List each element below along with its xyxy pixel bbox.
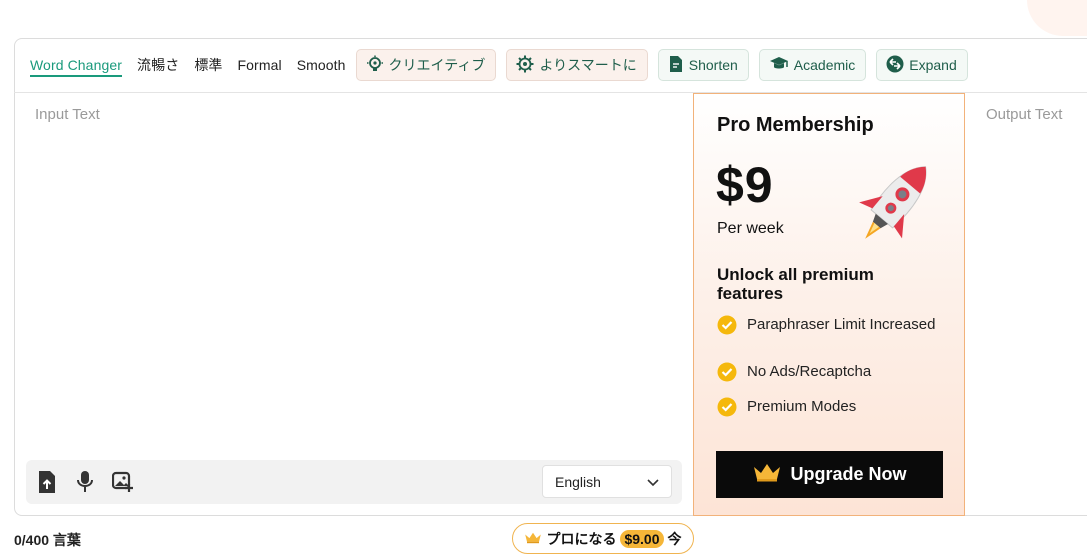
crown-icon [524,531,542,547]
mode-smarter-button[interactable]: よりスマートに [506,49,648,81]
graduation-cap-icon [769,55,789,76]
mode-fluency[interactable]: 流暢さ [137,55,179,75]
mode-standard[interactable]: 標準 [194,55,222,75]
corner-decoration [1027,0,1087,36]
lightbulb-icon [366,55,384,76]
mode-academic-button[interactable]: Academic [758,49,867,81]
rocket-icon [846,152,946,252]
feature-item: Premium Modes [717,397,937,417]
go-pro-button[interactable]: プロになる $9.00 今 [512,523,694,554]
file-upload-icon[interactable] [37,470,59,494]
check-badge-icon [717,362,737,382]
output-placeholder: Output Text [986,106,1063,123]
image-add-icon[interactable] [111,470,134,494]
input-placeholder: Input Text [35,106,100,123]
mode-smooth[interactable]: Smooth [297,57,346,73]
mode-shorten-label: Shorten [688,57,738,73]
upgrade-now-button[interactable]: Upgrade Now [716,451,943,498]
mode-creative-label: クリエイティブ [388,57,486,73]
pro-membership-card: Pro Membership $9 Per week Unlock all pr… [693,93,965,516]
promo-price: $9 [716,157,774,213]
word-count: 0/400 言葉 [14,532,81,548]
document-icon [668,55,684,76]
input-toolbar: English [26,460,682,504]
mode-creative-button[interactable]: クリエイティブ [355,49,497,81]
gear-brain-icon [516,55,534,76]
feature-label: Paraphraser Limit Increased [747,316,936,333]
go-pro-price: $9.00 [620,529,664,548]
feature-label: Premium Modes [747,398,857,415]
mode-expand-button[interactable]: Expand [876,49,968,81]
microphone-icon[interactable] [75,470,97,494]
promo-period: Per week [717,220,784,237]
mode-bar: Word Changer 流暢さ 標準 Formal Smooth クリエイティ… [14,38,1087,93]
upgrade-label: Upgrade Now [790,464,907,484]
feature-item: Paraphraser Limit Increased [717,315,937,335]
feature-label: No Ads/Recaptcha [747,363,872,380]
promo-title: Pro Membership [717,114,874,136]
check-badge-icon [717,315,737,335]
mode-expand-label: Expand [909,57,957,73]
language-value: English [555,473,601,490]
check-badge-icon [717,397,737,417]
chevron-down-icon [647,474,659,490]
go-pro-label: プロになる [546,530,617,547]
language-select[interactable]: English [542,465,672,498]
go-pro-suffix: 今 [667,530,682,547]
mode-smarter-label: よりスマートに [539,57,637,73]
mode-formal[interactable]: Formal [238,57,282,73]
mode-academic-label: Academic [793,57,856,73]
expand-arrows-icon [886,55,904,76]
mode-word-changer[interactable]: Word Changer [30,57,122,77]
crown-icon [752,462,782,487]
feature-item: No Ads/Recaptcha [717,362,937,382]
promo-unlock-heading: Unlock all premium features [717,265,874,303]
input-text-area[interactable]: Input Text English [15,94,693,515]
mode-shorten-button[interactable]: Shorten [657,49,749,81]
